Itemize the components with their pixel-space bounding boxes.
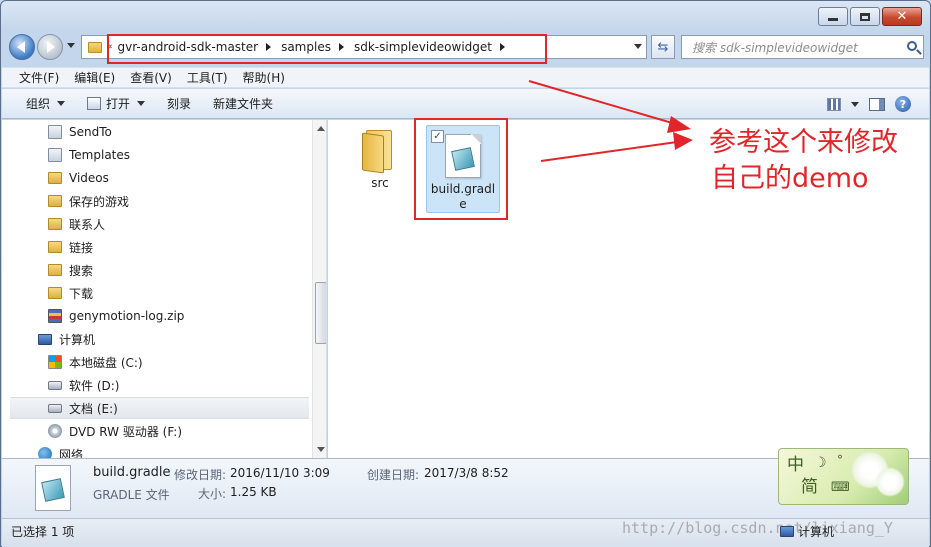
status-location-label: 计算机 bbox=[798, 525, 835, 539]
details-modified-value: 2016/11/10 3:09 bbox=[230, 466, 330, 480]
details-modified-label: 修改日期: bbox=[174, 468, 227, 482]
arrow-to-file bbox=[540, 141, 678, 162]
details-size-label: 大小: bbox=[198, 487, 227, 501]
details-file-name: build.gradle bbox=[93, 465, 171, 480]
soft-keyboard-icon[interactable]: ⌨ bbox=[831, 480, 850, 495]
computer-icon bbox=[780, 526, 794, 537]
ime-toolbar[interactable]: 中 ☽ ° 简 ⌨ bbox=[778, 448, 909, 505]
details-file-type: GRADLE 文件 bbox=[93, 488, 170, 502]
arrowhead bbox=[667, 116, 691, 133]
details-size-value: 1.25 KB bbox=[230, 485, 277, 499]
details-created-label: 创建日期: bbox=[367, 468, 420, 482]
watermark-text: http://blog.csdn.net/lixiang_Y bbox=[622, 519, 893, 537]
explorer-window: ✕ « gvr-android-sdk-master samples sdk-s… bbox=[0, 0, 931, 547]
status-bar: 已选择 1 项 http://blog.csdn.net/lixiang_Y 计… bbox=[2, 518, 929, 547]
ime-variant-label[interactable]: 简 bbox=[801, 475, 818, 500]
punctuation-icon[interactable]: ° bbox=[837, 453, 843, 467]
details-created-value: 2017/3/8 8:52 bbox=[424, 466, 509, 480]
arrow-to-address bbox=[528, 80, 680, 126]
gradle-file-icon bbox=[35, 465, 71, 511]
status-location: 计算机 bbox=[780, 523, 834, 540]
arrowhead bbox=[673, 132, 693, 150]
half-width-icon[interactable]: ☽ bbox=[814, 455, 827, 471]
selection-status: 已选择 1 项 bbox=[11, 525, 75, 539]
